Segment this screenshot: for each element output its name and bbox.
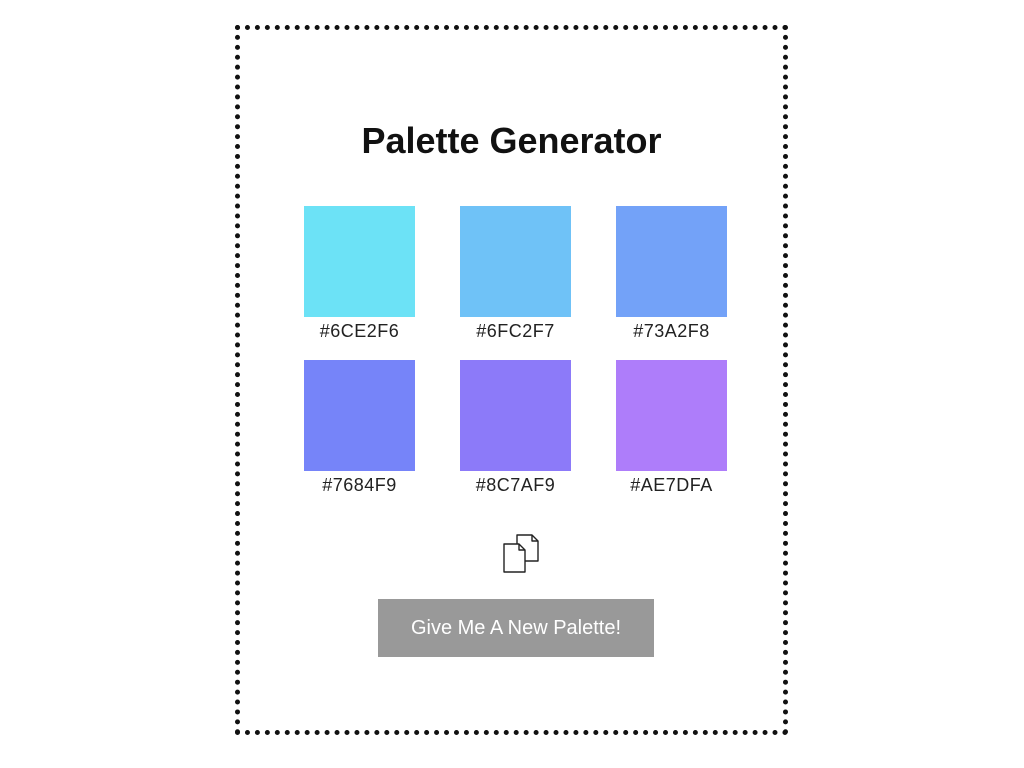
new-palette-button[interactable]: Give Me A New Palette! — [378, 599, 654, 657]
palette-item: #7684F9 — [304, 360, 415, 496]
color-swatch[interactable] — [304, 206, 415, 317]
hex-label[interactable]: #6FC2F7 — [476, 321, 555, 342]
hex-label[interactable]: #AE7DFA — [630, 475, 713, 496]
color-swatch[interactable] — [304, 360, 415, 471]
color-swatch[interactable] — [460, 360, 571, 471]
palette-item: #6FC2F7 — [460, 206, 571, 342]
palette-card: Palette Generator #6CE2F6 #6FC2F7 #73A2F… — [235, 25, 788, 735]
palette-item: #8C7AF9 — [460, 360, 571, 496]
palette-item: #AE7DFA — [616, 360, 727, 496]
hex-label[interactable]: #7684F9 — [322, 475, 397, 496]
hex-label[interactable]: #73A2F8 — [633, 321, 710, 342]
hex-label[interactable]: #6CE2F6 — [320, 321, 400, 342]
color-swatch[interactable] — [460, 206, 571, 317]
copy-icon[interactable] — [501, 533, 541, 575]
palette-item: #73A2F8 — [616, 206, 727, 342]
palette-item: #6CE2F6 — [304, 206, 415, 342]
page-title: Palette Generator — [361, 120, 662, 161]
color-swatch[interactable] — [616, 206, 727, 317]
hex-label[interactable]: #8C7AF9 — [476, 475, 556, 496]
palette-grid: #6CE2F6 #6FC2F7 #73A2F8 #7684F9 #8C7AF9 … — [304, 206, 727, 496]
color-swatch[interactable] — [616, 360, 727, 471]
